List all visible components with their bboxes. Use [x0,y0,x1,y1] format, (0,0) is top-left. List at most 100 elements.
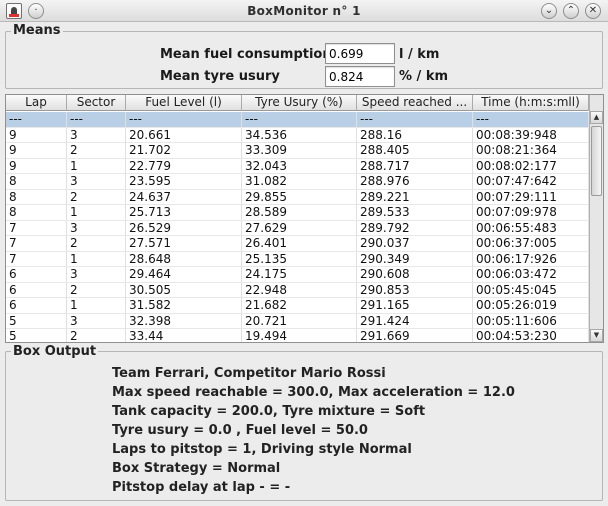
cell-time: 00:06:17:926 [473,251,589,267]
cell-speed: 289.221 [357,189,473,205]
maximize-button[interactable]: ⌃ [563,3,579,19]
cell-fuel-level: 29.464 [126,267,242,282]
cell-lap: 7 [6,220,67,236]
cell-fuel-level: 23.595 [126,174,242,189]
cell-time: 00:08:02:177 [473,158,589,174]
cell-sector: 3 [67,127,126,143]
table-row[interactable]: 8 1 25.713 28.589 289.533 00:07:09:978 [6,205,589,221]
cell-tyre-usury: 34.536 [242,127,357,143]
column-header-tyre-usury[interactable]: Tyre Usury (%) [242,95,357,111]
cell-lap: 5 [6,313,67,329]
cell-speed: 290.853 [357,282,473,298]
table-row[interactable]: --- --- --- --- --- --- [6,112,589,128]
cell-sector: 3 [67,174,126,189]
table-row[interactable]: 7 1 28.648 25.135 290.349 00:06:17:926 [6,251,589,267]
cell-speed: 291.165 [357,298,473,313]
scroll-down-arrow-icon[interactable]: ▼ [590,329,603,342]
table-row[interactable]: 7 3 26.529 27.629 289.792 00:06:55:483 [6,220,589,236]
column-header-sector[interactable]: Sector [67,95,126,111]
table-row[interactable]: 9 2 21.702 33.309 288.405 00:08:21:364 [6,143,589,159]
minimize-button[interactable]: ⌄ [541,3,557,19]
scroll-thumb[interactable] [591,126,602,196]
table-row[interactable]: 9 3 20.661 34.536 288.16 00:08:39:948 [6,127,589,143]
column-header-time[interactable]: Time (h:m:s:mll) [473,95,589,111]
column-header-lap[interactable]: Lap [6,95,67,111]
cell-speed: --- [357,112,473,127]
box-output-line: Tank capacity = 200.0, Tyre mixture = So… [112,404,426,419]
cell-lap: 9 [6,158,67,174]
cell-sector: --- [67,112,126,127]
cell-time: 00:05:26:019 [473,298,589,313]
cell-sector: 2 [67,236,126,251]
cell-time: 00:05:45:045 [473,282,589,298]
cell-tyre-usury: 21.682 [242,298,357,313]
column-header-fuel-level[interactable]: Fuel Level (l) [126,95,242,111]
cell-tyre-usury: 22.948 [242,282,357,298]
cell-time: --- [473,112,589,127]
chevron-up-icon: ⌃ [566,5,576,16]
table-row[interactable]: 8 3 23.595 31.082 288.976 00:07:47:642 [6,174,589,190]
mean-tyre-label: Mean tyre usury [160,69,280,84]
cell-time: 00:08:39:948 [473,127,589,143]
cell-fuel-level: 22.779 [126,158,242,174]
cell-tyre-usury: --- [242,112,357,127]
lap-table[interactable]: Lap Sector Fuel Level (l) Tyre Usury (%)… [5,94,604,343]
cell-fuel-level: --- [126,112,242,127]
mean-fuel-unit: l / km [399,47,440,62]
cell-fuel-level: 32.398 [126,313,242,329]
cell-lap: 5 [6,329,67,342]
table-row[interactable]: 9 1 22.779 32.043 288.717 00:08:02:177 [6,158,589,174]
means-group-title: Means [11,23,63,38]
cell-sector: 2 [67,189,126,205]
cell-tyre-usury: 19.494 [242,329,357,342]
cell-speed: 291.669 [357,329,473,342]
cell-tyre-usury: 25.135 [242,251,357,267]
cell-lap: 7 [6,251,67,267]
cell-sector: 3 [67,313,126,329]
table-body: --- --- --- --- --- --- 9 3 20.661 34.536 288.16 00… [6,112,589,342]
scroll-up-arrow-icon[interactable]: ▲ [590,111,603,124]
table-row[interactable]: 6 3 29.464 24.175 290.608 00:06:03:472 [6,267,589,283]
table-row[interactable]: 5 3 32.398 20.721 291.424 00:05:11:606 [6,313,589,329]
mean-fuel-field[interactable] [325,43,395,64]
table-row[interactable]: 6 1 31.582 21.682 291.165 00:05:26:019 [6,298,589,314]
cell-time: 00:05:11:606 [473,313,589,329]
cell-fuel-level: 26.529 [126,220,242,236]
cell-lap: 8 [6,205,67,220]
table-row[interactable]: 8 2 24.637 29.855 289.221 00:07:29:111 [6,189,589,205]
cell-lap: 8 [6,189,67,205]
table-vertical-scrollbar[interactable]: ▲ ▼ [589,95,603,342]
cell-tyre-usury: 24.175 [242,267,357,282]
mean-tyre-field[interactable] [325,66,395,87]
table-row[interactable]: 7 2 27.571 26.401 290.037 00:06:37:005 [6,236,589,252]
cell-fuel-level: 27.571 [126,236,242,251]
cell-time: 00:08:21:364 [473,143,589,158]
cell-speed: 290.037 [357,236,473,251]
cell-time: 00:07:47:642 [473,174,589,189]
mean-tyre-unit: % / km [399,69,449,84]
cell-sector: 1 [67,158,126,174]
cell-tyre-usury: 20.721 [242,313,357,329]
table-row[interactable]: 6 2 30.505 22.948 290.853 00:05:45:045 [6,282,589,298]
cell-sector: 2 [67,329,126,342]
cell-fuel-level: 21.702 [126,143,242,158]
cell-lap: 9 [6,143,67,158]
cell-sector: 1 [67,298,126,313]
cell-time: 00:06:37:005 [473,236,589,251]
cell-time: 00:06:03:472 [473,267,589,282]
cell-sector: 2 [67,143,126,158]
box-output-group-title: Box Output [11,344,99,359]
cell-sector: 3 [67,267,126,282]
cell-tyre-usury: 26.401 [242,236,357,251]
title-bar: · BoxMonitor n° 1 ⌄ ⌃ ✕ [0,0,608,22]
cell-fuel-level: 31.582 [126,298,242,313]
cell-speed: 290.608 [357,267,473,282]
table-row[interactable]: 5 2 33.44 19.494 291.669 00:04:53:230 [6,329,589,342]
cell-lap: --- [6,112,67,127]
window-title: BoxMonitor n° 1 [247,4,361,18]
close-button[interactable]: ✕ [585,3,601,19]
column-header-speed-reached[interactable]: Speed reached ... [357,95,473,111]
cell-fuel-level: 20.661 [126,127,242,143]
cell-fuel-level: 24.637 [126,189,242,205]
cell-tyre-usury: 29.855 [242,189,357,205]
